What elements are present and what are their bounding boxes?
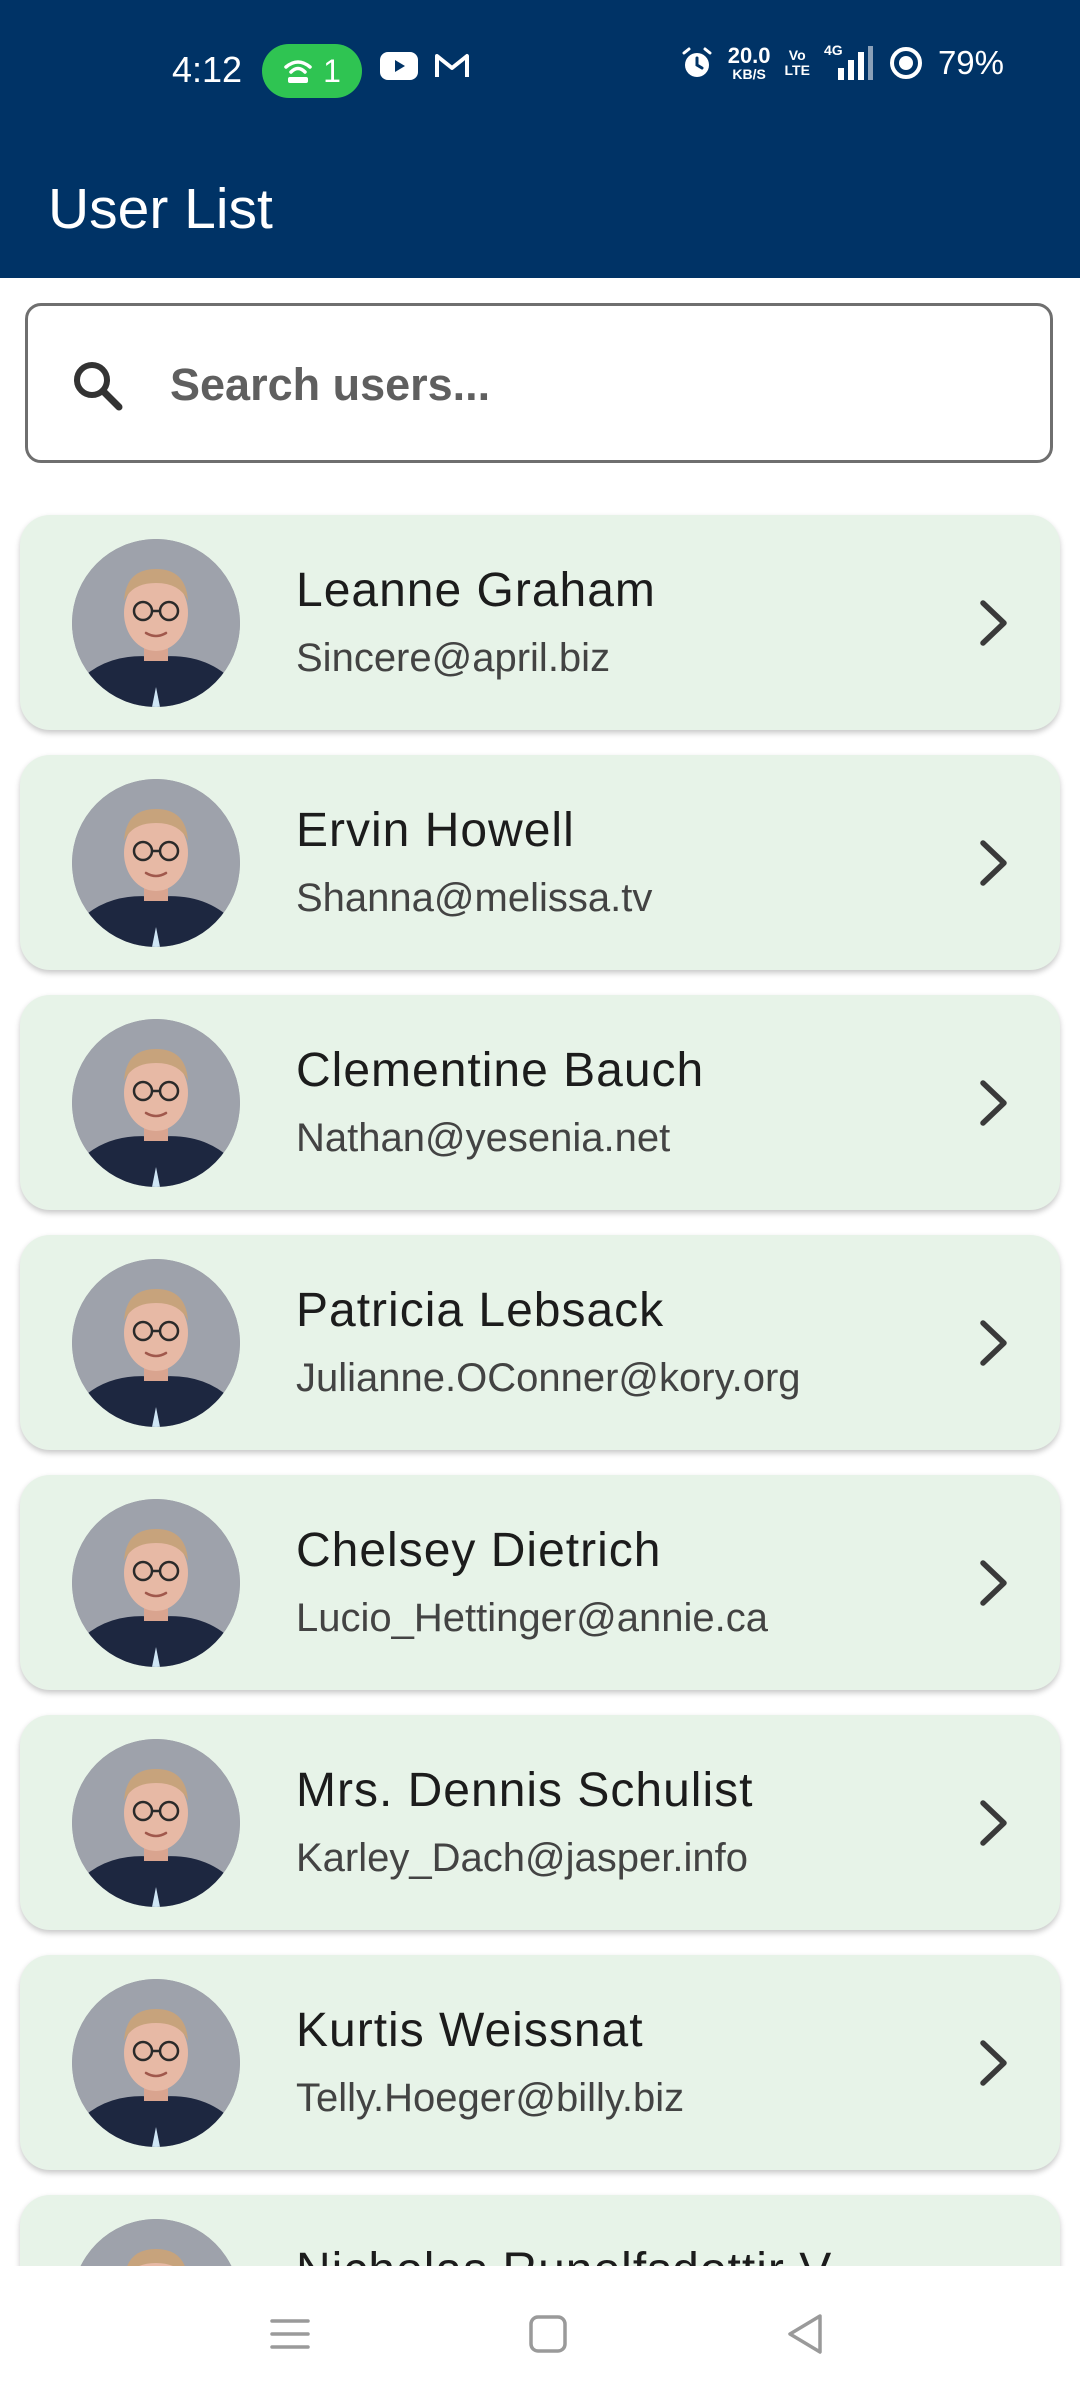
user-card[interactable]: Chelsey Dietrich Lucio_Hettinger@annie.c…	[20, 1475, 1060, 1690]
chevron-right-icon[interactable]	[964, 1315, 1020, 1371]
user-card[interactable]: Ervin Howell Shanna@melissa.tv	[20, 755, 1060, 970]
chevron-right-icon[interactable]	[964, 1555, 1020, 1611]
avatar	[72, 2219, 240, 2266]
user-email: Telly.Hoeger@billy.biz	[296, 2076, 685, 2120]
avatar	[72, 779, 240, 947]
user-name: Patricia Lebsack	[296, 1284, 665, 1337]
home-square-icon[interactable]	[520, 2306, 576, 2362]
user-email: Nathan@yesenia.net	[296, 1116, 671, 1160]
status-time: 4:12	[172, 49, 243, 90]
system-status-icons: 20.0 KB/S Vo LTE 4G 79%	[680, 42, 1004, 82]
volte-bottom: LTE	[784, 62, 810, 78]
network-speed: 20.0 KB/S	[727, 43, 771, 82]
user-card[interactable]: Mrs. Dennis Schulist Karley_Dach@jasper.…	[20, 1715, 1060, 1930]
user-email: Karley_Dach@jasper.info	[296, 1836, 748, 1880]
chevron-right-icon[interactable]	[964, 2035, 1020, 2091]
avatar	[72, 1499, 240, 1667]
user-card[interactable]: Clementine Bauch Nathan@yesenia.net	[20, 995, 1060, 1210]
user-card[interactable]: Leanne Graham Sincere@april.biz	[20, 515, 1060, 730]
menu-icon[interactable]	[262, 2306, 318, 2362]
avatar	[72, 1259, 240, 1427]
user-name: Chelsey Dietrich	[296, 1524, 662, 1577]
volte-top: Vo	[788, 47, 806, 64]
signal-strength-icon: 4G	[824, 42, 874, 80]
user-card[interactable]: Nicholas Runolfsdottir V	[20, 2195, 1060, 2266]
user-list-viewport[interactable]: Leanne Graham Sincere@april.biz Ervin Ho…	[0, 470, 1080, 2266]
chevron-right-icon[interactable]	[964, 835, 1020, 891]
user-email: Shanna@melissa.tv	[296, 876, 653, 920]
alarm-icon	[682, 47, 712, 77]
user-card[interactable]: Kurtis Weissnat Telly.Hoeger@billy.biz	[20, 1955, 1060, 2170]
youtube-icon	[380, 52, 418, 80]
wifi-hotspot-icon	[284, 60, 312, 83]
avatar	[72, 1019, 240, 1187]
hotspot-count: 1	[323, 52, 341, 89]
page-title: User List	[48, 177, 273, 241]
battery-percent: 79%	[937, 44, 1004, 81]
avatar	[72, 539, 240, 707]
battery-ring-icon	[889, 47, 922, 79]
network-speed-unit: KB/S	[732, 66, 766, 82]
user-name: Nicholas Runolfsdottir V	[296, 2241, 832, 2266]
search-icon	[74, 362, 123, 411]
chevron-right-icon[interactable]	[964, 1075, 1020, 1131]
user-name: Clementine Bauch	[296, 1044, 705, 1097]
avatar	[72, 1979, 240, 2147]
user-email: Lucio_Hettinger@annie.ca	[296, 1596, 769, 1640]
user-name: Leanne Graham	[296, 564, 656, 617]
chevron-right-icon[interactable]	[964, 595, 1020, 651]
user-list: Leanne Graham Sincere@april.biz Ervin Ho…	[20, 515, 1060, 2266]
network-speed-value: 20.0	[727, 43, 771, 68]
volte-indicator: Vo LTE	[785, 48, 810, 77]
system-nav-bar	[0, 2266, 1080, 2400]
search-field[interactable]	[25, 303, 1053, 463]
search-input[interactable]	[168, 346, 1032, 424]
hotspot-indicator[interactable]: 1	[262, 44, 362, 98]
user-name: Kurtis Weissnat	[296, 2004, 644, 2057]
user-name: Ervin Howell	[296, 804, 575, 857]
user-card[interactable]: Patricia Lebsack Julianne.OConner@kory.o…	[20, 1235, 1060, 1450]
user-email: Sincere@april.biz	[296, 636, 611, 680]
chevron-right-icon[interactable]	[964, 1795, 1020, 1851]
avatar	[72, 1739, 240, 1907]
notification-icons	[380, 52, 470, 80]
app-bar: User List	[0, 140, 1080, 278]
user-email: Julianne.OConner@kory.org	[296, 1356, 801, 1400]
status-bar: 4:12 1 20.0 KB/S Vo LTE 4G 79%	[0, 0, 1080, 140]
gmail-icon	[435, 54, 469, 77]
back-triangle-icon[interactable]	[778, 2306, 834, 2362]
user-name: Mrs. Dennis Schulist	[296, 1764, 754, 1817]
